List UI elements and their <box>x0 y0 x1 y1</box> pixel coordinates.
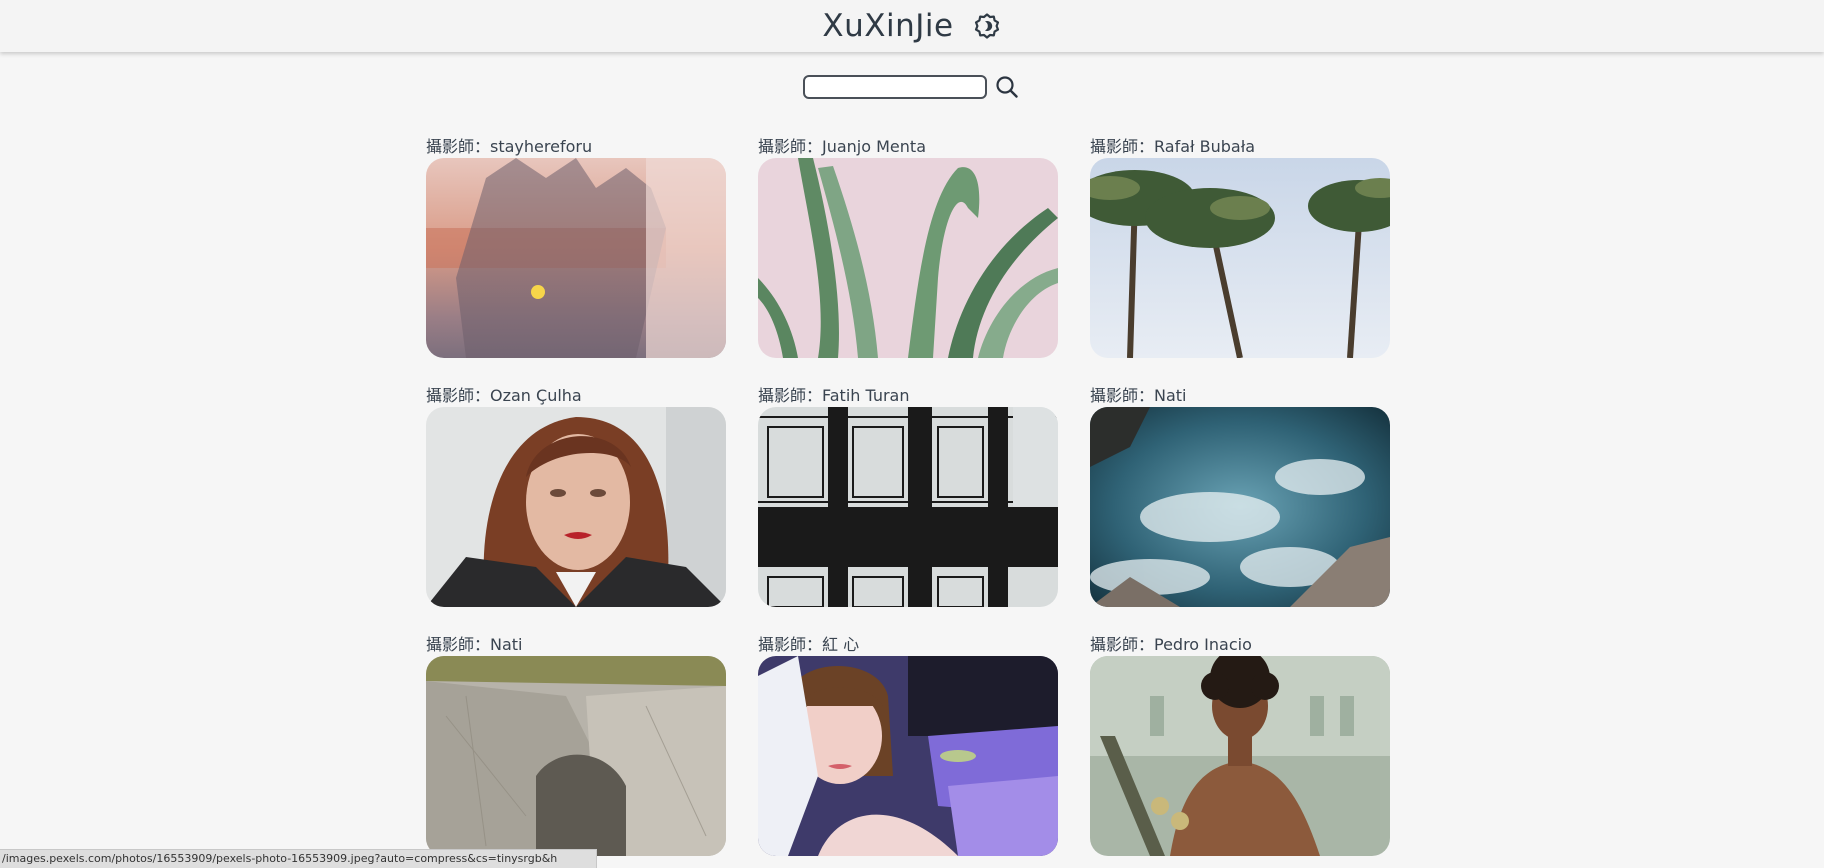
photo-thumbnail[interactable] <box>1090 158 1390 358</box>
search-icon <box>996 76 1018 98</box>
photo-card: 攝影師：Rafał Bubała <box>1090 136 1390 358</box>
photo-thumbnail[interactable] <box>426 656 726 856</box>
search-button[interactable] <box>993 73 1021 101</box>
photographer-caption: 攝影師：stayhereforu <box>426 137 593 156</box>
photo-card: 攝影師：Juanjo Menta <box>758 136 1058 358</box>
photo-card: 攝影師：Fatih Turan <box>758 385 1058 607</box>
photographer-caption: 攝影師：Nati <box>426 635 523 654</box>
photo-thumbnail[interactable] <box>1090 407 1390 607</box>
photo-thumbnail[interactable] <box>758 407 1058 607</box>
photographer-caption: 攝影師：Ozan Çulha <box>426 386 582 405</box>
photo-card: 攝影師：Ozan Çulha <box>426 385 726 607</box>
photo-card: 攝影師：紅 心 <box>758 634 1058 856</box>
photo-thumbnail[interactable] <box>758 158 1058 358</box>
photo-thumbnail[interactable] <box>758 656 1058 856</box>
photographer-caption: 攝影師：Nati <box>1090 386 1187 405</box>
site-title: XuXinJie <box>822 8 954 44</box>
photographer-caption: 攝影師：Juanjo Menta <box>758 137 926 156</box>
photo-thumbnail[interactable] <box>426 158 726 358</box>
header: XuXinJie <box>0 0 1824 52</box>
photographer-caption: 攝影師：紅 心 <box>758 635 860 654</box>
photo-card: 攝影師：Pedro Inacio <box>1090 634 1390 856</box>
settings-button[interactable] <box>972 11 1002 41</box>
photographer-caption: 攝影師：Rafał Bubała <box>1090 137 1256 156</box>
photographer-caption: 攝影師：Pedro Inacio <box>1090 635 1252 654</box>
gear-icon <box>974 13 999 39</box>
photo-thumbnail[interactable] <box>426 407 726 607</box>
status-bar-url: /images.pexels.com/photos/16553909/pexel… <box>0 849 597 868</box>
photo-thumbnail[interactable] <box>1090 656 1390 856</box>
photo-card: 攝影師：Nati <box>1090 385 1390 607</box>
photo-card: 攝影師：stayhereforu <box>426 136 726 358</box>
search-bar <box>0 72 1824 102</box>
photo-gallery: 攝影師：stayhereforu 攝影師：Juanjo Menta 攝影師：Ra… <box>426 136 1390 856</box>
search-input[interactable] <box>803 75 987 99</box>
photographer-caption: 攝影師：Fatih Turan <box>758 386 910 405</box>
photo-card: 攝影師：Nati <box>426 634 726 856</box>
